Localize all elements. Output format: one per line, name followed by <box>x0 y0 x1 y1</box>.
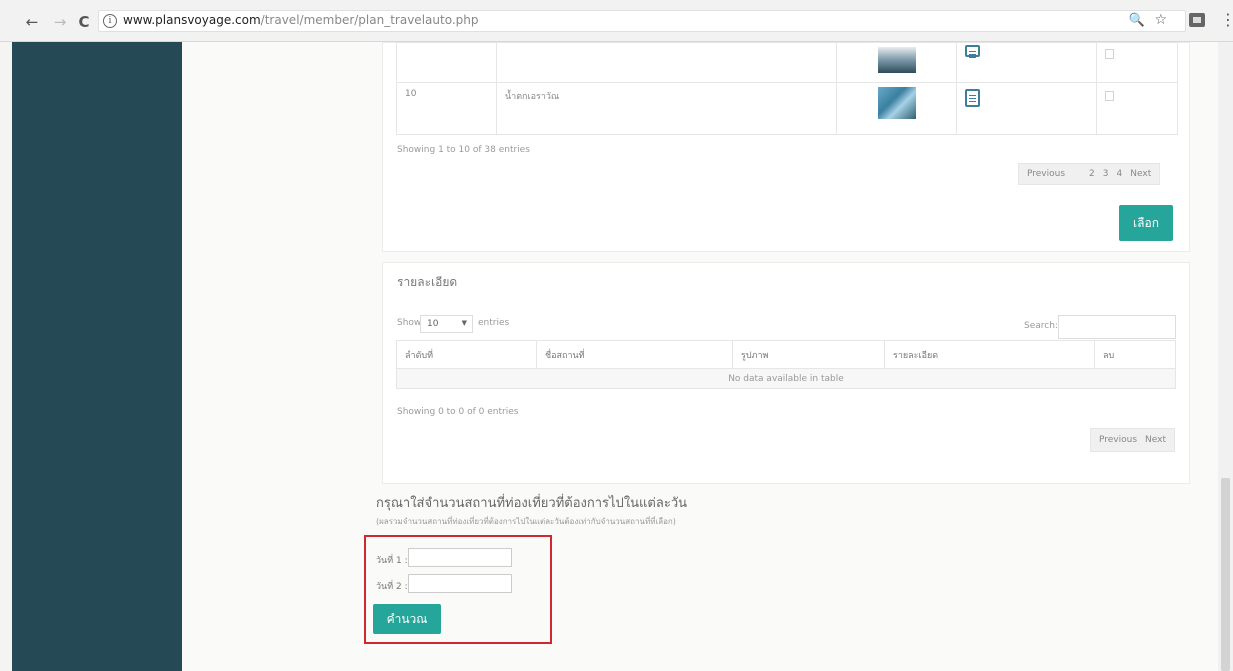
page-2-button[interactable]: 2 <box>1089 169 1095 179</box>
calculate-button[interactable]: คำนวณ <box>373 604 441 634</box>
details-table: ลำดับที่ ชื่อสถานที่ รูปภาพ รายละเอียด ล… <box>396 340 1176 389</box>
entries-label: entries <box>478 318 510 328</box>
details-pagination: Previous Next <box>1090 428 1176 452</box>
browser-menu-icon[interactable]: ⋮ <box>1220 10 1233 29</box>
table-cell-delete <box>1096 42 1178 83</box>
page-4-button[interactable]: 4 <box>1117 169 1123 179</box>
day2-label: วันที่ 2 : <box>376 582 408 592</box>
forward-icon[interactable]: → <box>52 14 68 30</box>
table-header-row: ลำดับที่ ชื่อสถานที่ รูปภาพ รายละเอียด ล… <box>396 340 1176 369</box>
table-cell-no: 10 <box>396 82 497 135</box>
show-label: Show <box>397 318 422 328</box>
search-label: Search: <box>1024 321 1058 331</box>
search-input[interactable] <box>1058 315 1176 339</box>
table-cell-detail <box>956 42 1097 83</box>
delete-icon[interactable] <box>1105 49 1114 59</box>
column-header[interactable]: ลบ <box>1094 340 1176 369</box>
select-button[interactable]: เลือก <box>1119 205 1173 241</box>
address-bar[interactable]: i www.plansvoyage.com/travel/member/plan… <box>98 10 1186 32</box>
bookmark-star-icon[interactable]: ☆ <box>1154 12 1167 28</box>
scrollbar-thumb[interactable] <box>1221 478 1230 671</box>
chevron-down-icon: ▼ <box>461 319 467 327</box>
table-cell-no <box>396 42 497 83</box>
table-cell-image <box>836 42 957 83</box>
column-header[interactable]: ชื่อสถานที่ <box>536 340 733 369</box>
url-text[interactable]: www.plansvoyage.com/travel/member/plan_t… <box>123 13 478 27</box>
places-table: 10 น้ำตกเอราวัณ <box>396 42 1178 135</box>
per-day-heading: กรุณาใส่จำนวนสถานที่ท่องเที่ยวที่ต้องการ… <box>376 496 688 511</box>
table-cell-name <box>496 42 837 83</box>
table-info: Showing 1 to 10 of 38 entries <box>397 145 530 155</box>
sidebar <box>12 42 182 671</box>
place-image[interactable] <box>877 47 916 73</box>
previous-button[interactable]: Previous <box>1099 435 1137 445</box>
column-header[interactable]: ลำดับที่ <box>396 340 537 369</box>
day1-input[interactable] <box>408 548 512 567</box>
zoom-icon[interactable]: 🔍 <box>1129 13 1145 28</box>
url-host: www.plansvoyage.com <box>123 13 261 27</box>
table-row <box>396 42 1178 83</box>
entries-select[interactable]: 10 ▼ <box>420 315 473 333</box>
place-image[interactable] <box>877 87 916 119</box>
table-cell-delete <box>1096 82 1178 135</box>
details-table-info: Showing 0 to 0 of 0 entries <box>397 407 519 417</box>
empty-table-message: No data available in table <box>396 368 1176 389</box>
pagination: Previous 2 3 4 Next <box>1018 163 1161 185</box>
edit-detail-icon[interactable] <box>965 45 980 57</box>
table-cell-image <box>836 82 957 135</box>
day2-input[interactable] <box>408 574 512 593</box>
entries-select-value: 10 <box>427 319 439 329</box>
browser-toolbar: ← → C i www.plansvoyage.com/travel/membe… <box>0 0 1233 42</box>
per-day-hint: (ผลรวมจำนวนสถานที่ท่องเที่ยวที่ต้องการไป… <box>376 517 676 526</box>
back-icon[interactable]: ← <box>24 14 40 30</box>
previous-button[interactable]: Previous <box>1027 169 1065 179</box>
table-cell-name: น้ำตกเอราวัณ <box>496 82 837 135</box>
edit-detail-icon[interactable] <box>965 89 980 107</box>
extension-icon[interactable] <box>1189 13 1205 27</box>
next-button[interactable]: Next <box>1130 169 1151 179</box>
day1-label: วันที่ 1 : <box>376 556 408 566</box>
url-path: /travel/member/plan_travelauto.php <box>260 13 479 27</box>
reload-icon[interactable]: C <box>76 14 92 30</box>
column-header[interactable]: รายละเอียด <box>884 340 1095 369</box>
table-row: 10 น้ำตกเอราวัณ <box>396 82 1178 135</box>
delete-icon[interactable] <box>1105 91 1114 101</box>
column-header[interactable]: รูปภาพ <box>732 340 885 369</box>
table-cell-detail <box>956 82 1097 135</box>
next-button[interactable]: Next <box>1145 435 1166 445</box>
page-3-button[interactable]: 3 <box>1103 169 1109 179</box>
details-title: รายละเอียด <box>397 275 458 289</box>
table-row: No data available in table <box>396 368 1176 389</box>
info-icon[interactable]: i <box>103 14 117 28</box>
